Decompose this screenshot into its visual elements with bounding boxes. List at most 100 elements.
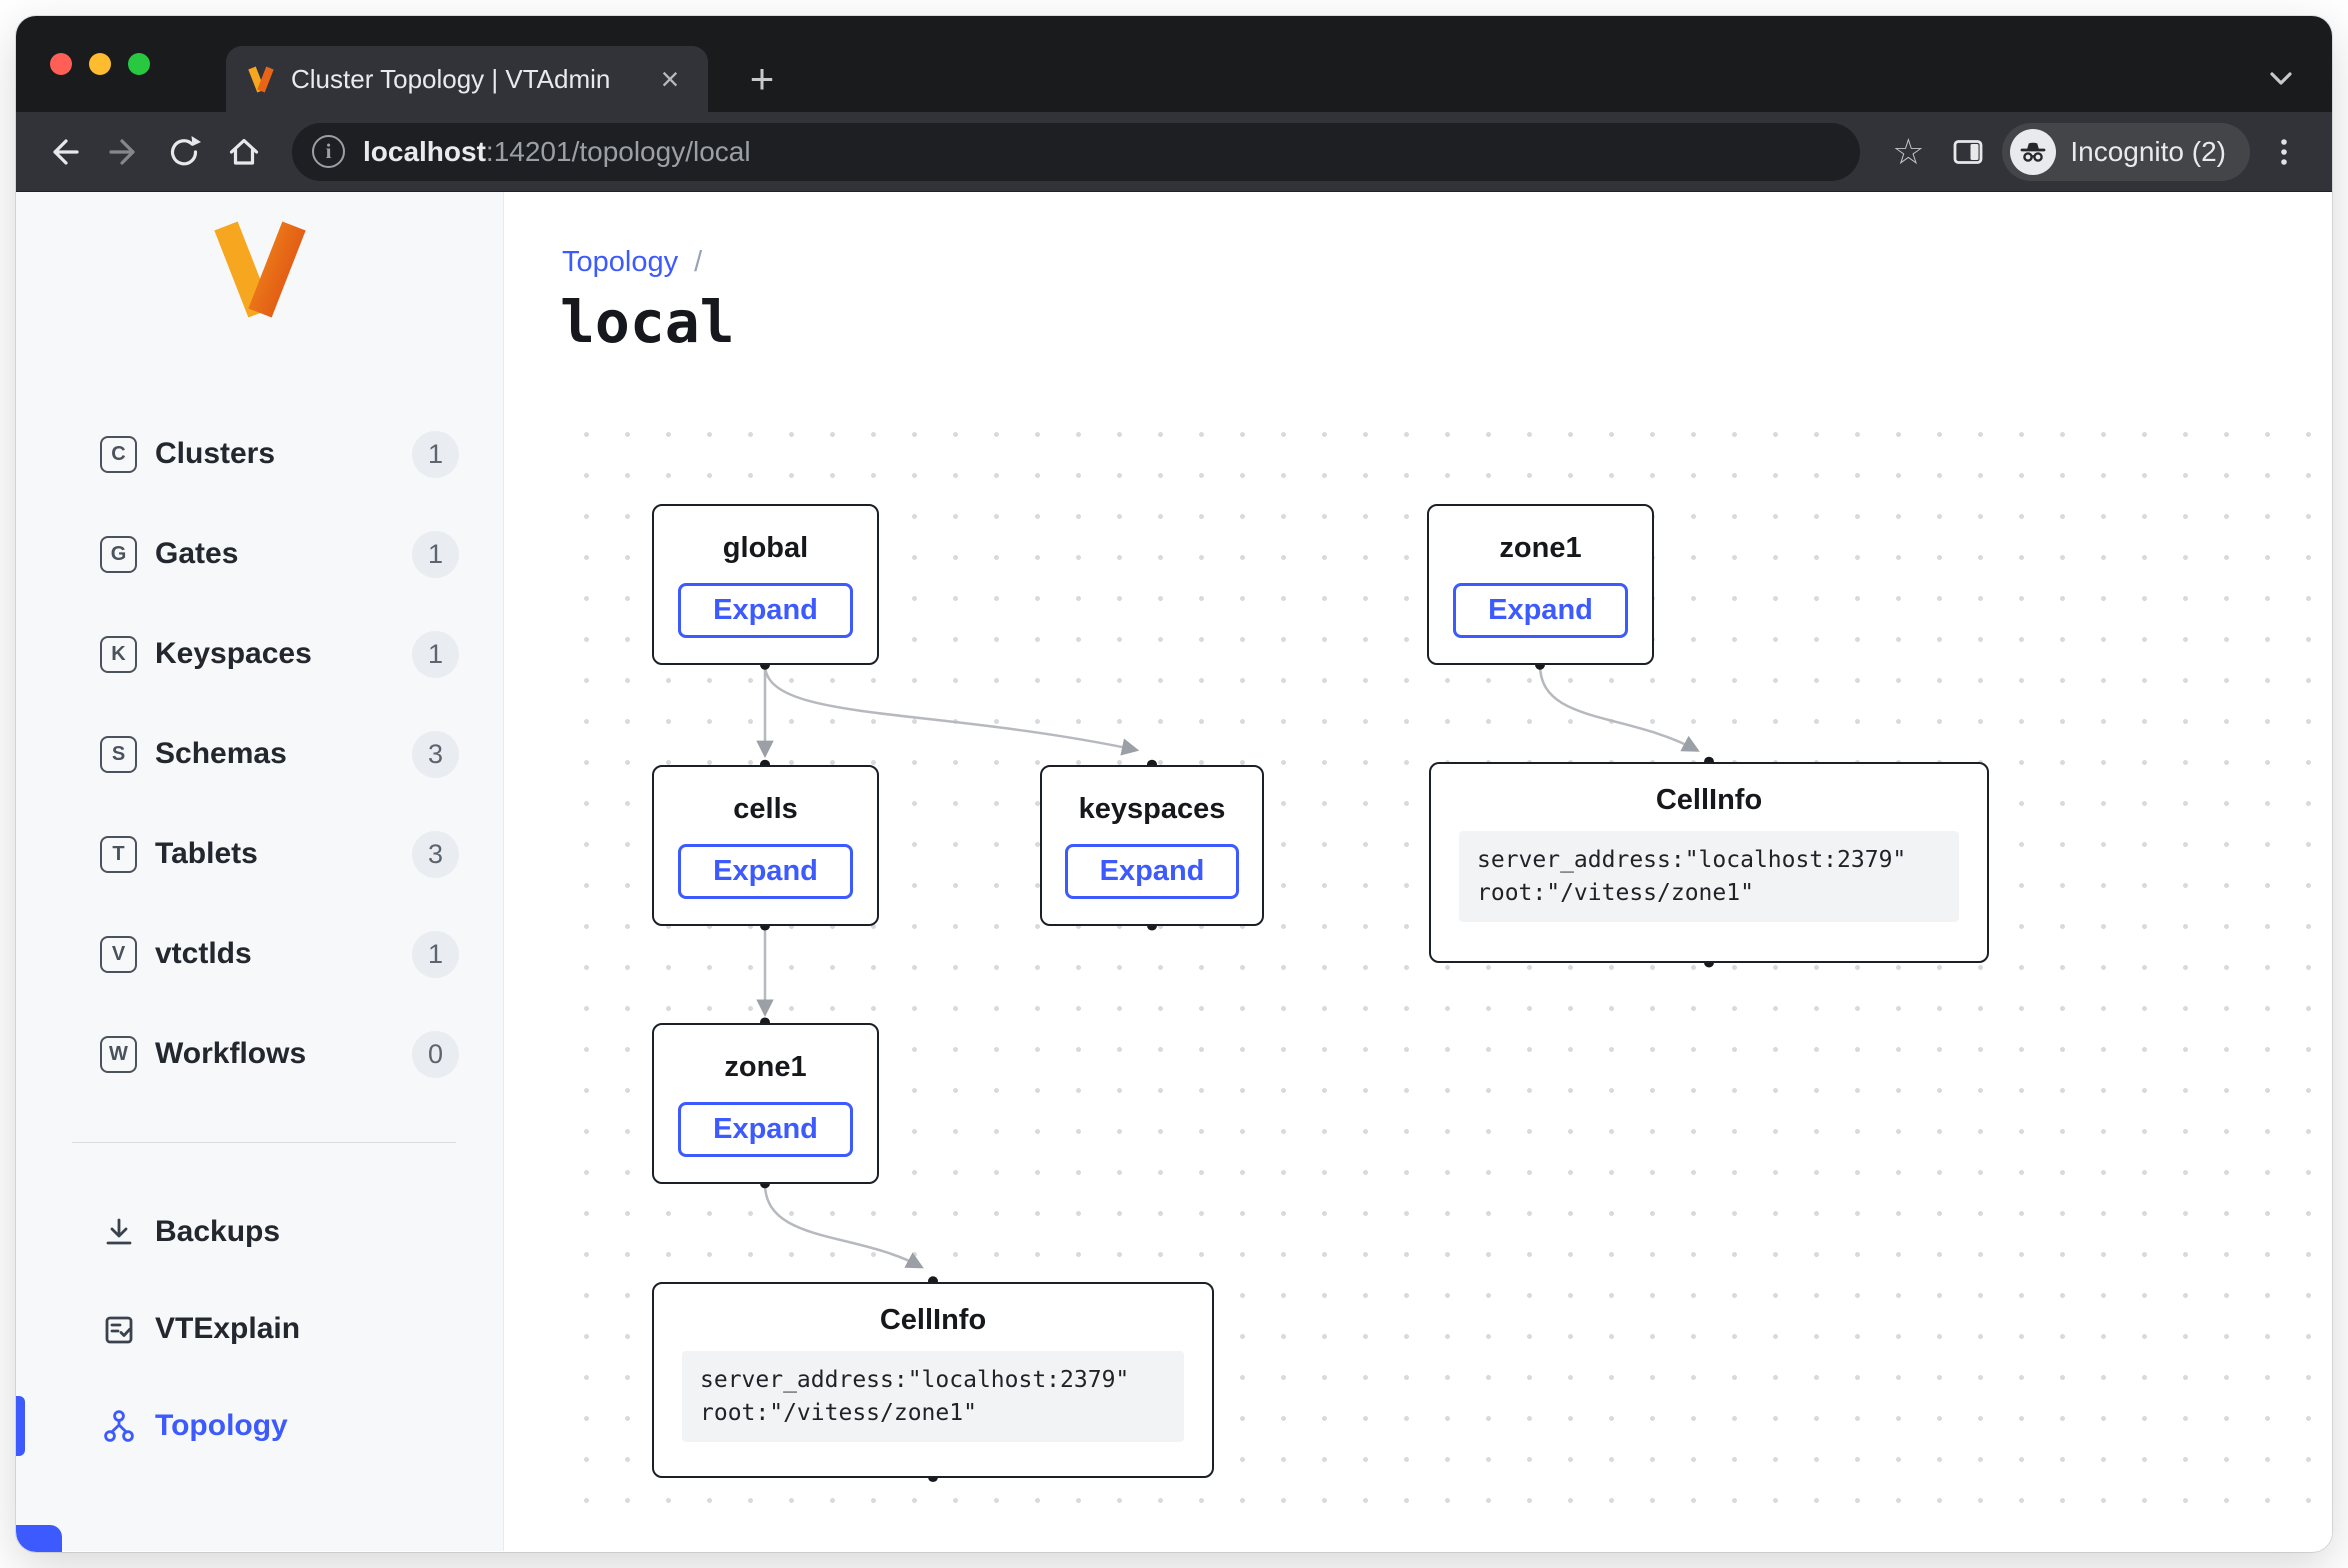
count-badge: 0: [412, 1031, 459, 1078]
browser-menu-icon[interactable]: [2258, 126, 2310, 178]
breadcrumb: Topology /: [562, 246, 702, 279]
cellinfo-code: server_address:"localhost:2379" root:"/v…: [682, 1351, 1184, 1442]
forward-button[interactable]: [98, 126, 150, 178]
expand-button-keyspaces[interactable]: Expand: [1065, 844, 1240, 899]
sidebar-item-tablets[interactable]: T Tablets 3: [16, 822, 503, 886]
secondary-nav: Backups VTExplain: [16, 1200, 503, 1491]
tab-search-chevron-icon[interactable]: [2260, 60, 2302, 98]
active-item-indicator: [16, 1396, 25, 1456]
browser-window: Cluster Topology | VTAdmin × + i localho…: [16, 16, 2332, 1552]
vitess-favicon: [246, 64, 276, 94]
sidebar-item-workflows[interactable]: W Workflows 0: [16, 1022, 503, 1086]
cellinfo-code: server_address:"localhost:2379" root:"/v…: [1459, 831, 1959, 922]
browser-toolbar: i localhost:14201/topology/local ☆ Incog…: [16, 112, 2332, 192]
gates-letter-icon: G: [100, 536, 137, 573]
sidebar-item-vtctlds[interactable]: V vtctlds 1: [16, 922, 503, 986]
traffic-lights: [50, 16, 150, 112]
node-zone1-top: zone1 Expand: [1427, 504, 1654, 665]
sidebar-item-clusters[interactable]: C Clusters 1: [16, 422, 503, 486]
code-line: root:"/vitess/zone1": [700, 1400, 977, 1426]
expand-button-zone1-top[interactable]: Expand: [1453, 583, 1628, 638]
sidebar-item-label: Clusters: [155, 437, 412, 471]
code-line: server_address:"localhost:2379": [1477, 847, 1906, 873]
expand-button-global[interactable]: Expand: [678, 583, 853, 638]
node-cellinfo-right: CellInfo server_address:"localhost:2379"…: [1429, 762, 1989, 963]
sidebar: C Clusters 1 G Gates 1 K Keyspaces 1 S S…: [16, 192, 504, 1551]
close-window-button[interactable]: [50, 53, 72, 75]
new-tab-button[interactable]: +: [738, 55, 786, 103]
browser-tab[interactable]: Cluster Topology | VTAdmin ×: [226, 46, 708, 112]
count-badge: 3: [412, 831, 459, 878]
clusters-letter-icon: C: [100, 436, 137, 473]
minimize-window-button[interactable]: [89, 53, 111, 75]
sidebar-item-label: Keyspaces: [155, 637, 412, 671]
reload-button[interactable]: [158, 126, 210, 178]
node-title: global: [723, 532, 808, 565]
sidebar-item-keyspaces[interactable]: K Keyspaces 1: [16, 622, 503, 686]
node-cells: cells Expand: [652, 765, 879, 926]
node-keyspaces: keyspaces Expand: [1040, 765, 1264, 926]
expand-button-cells[interactable]: Expand: [678, 844, 853, 899]
page-info-icon[interactable]: i: [312, 135, 345, 168]
workflows-letter-icon: W: [100, 1036, 137, 1073]
sidebar-divider: [72, 1142, 456, 1143]
breadcrumb-separator: /: [694, 246, 702, 279]
node-zone1-lower: zone1 Expand: [652, 1023, 879, 1184]
download-icon: [100, 1214, 137, 1251]
sidebar-item-label: Tablets: [155, 837, 412, 871]
edge-zone1-cellinfo: [1540, 665, 1696, 750]
sidebar-item-label: Workflows: [155, 1037, 412, 1071]
primary-nav: C Clusters 1 G Gates 1 K Keyspaces 1 S S…: [16, 422, 503, 1122]
back-button[interactable]: [38, 126, 90, 178]
expand-button-zone1-lower[interactable]: Expand: [678, 1102, 853, 1157]
sidebar-item-vtexplain[interactable]: VTExplain: [16, 1297, 503, 1361]
url-path: :14201/topology/local: [486, 136, 751, 167]
node-title: zone1: [724, 1051, 806, 1084]
edge-global-keyspaces: [765, 665, 1135, 750]
sidebar-item-backups[interactable]: Backups: [16, 1200, 503, 1264]
vitess-logo[interactable]: [16, 218, 503, 322]
profile-chip[interactable]: Incognito (2): [2002, 123, 2250, 181]
node-title: CellInfo: [880, 1304, 986, 1337]
url-host: localhost: [363, 136, 486, 167]
vtadmin-app: C Clusters 1 G Gates 1 K Keyspaces 1 S S…: [16, 192, 2332, 1551]
sidebar-item-label: Gates: [155, 537, 412, 571]
topology-canvas: global Expand zone1 Expand cells Expand …: [560, 412, 2312, 1539]
count-badge: 1: [412, 531, 459, 578]
count-badge: 3: [412, 731, 459, 778]
address-bar[interactable]: i localhost:14201/topology/local: [292, 123, 1860, 181]
bookmark-star-icon[interactable]: ☆: [1882, 126, 1934, 178]
breadcrumb-topology-link[interactable]: Topology: [562, 246, 678, 279]
node-cellinfo-bottom: CellInfo server_address:"localhost:2379"…: [652, 1282, 1214, 1478]
sidebar-item-label: vtctlds: [155, 937, 412, 971]
node-title: keyspaces: [1079, 793, 1226, 826]
zoom-window-button[interactable]: [128, 53, 150, 75]
keyspaces-letter-icon: K: [100, 636, 137, 673]
sidebar-item-topology[interactable]: Topology: [16, 1394, 503, 1458]
incognito-icon: [2010, 129, 2056, 175]
sidebar-item-label: VTExplain: [155, 1312, 503, 1346]
tablets-letter-icon: T: [100, 836, 137, 873]
document-check-icon: [100, 1311, 137, 1348]
count-badge: 1: [412, 431, 459, 478]
code-line: root:"/vitess/zone1": [1477, 880, 1754, 906]
count-badge: 1: [412, 931, 459, 978]
count-badge: 1: [412, 631, 459, 678]
main-content: Topology / local: [504, 192, 2332, 1551]
side-panel-icon[interactable]: [1942, 126, 1994, 178]
tab-close-icon[interactable]: ×: [650, 59, 690, 99]
code-line: server_address:"localhost:2379": [700, 1367, 1129, 1393]
incognito-label: Incognito (2): [2070, 136, 2226, 168]
sidebar-item-label: Topology: [155, 1409, 503, 1443]
home-button[interactable]: [218, 126, 270, 178]
sidebar-item-schemas[interactable]: S Schemas 3: [16, 722, 503, 786]
sidebar-item-gates[interactable]: G Gates 1: [16, 522, 503, 586]
topology-tree-icon: [100, 1408, 137, 1445]
edge-zone1-cellinfo-bottom: [765, 1183, 920, 1266]
schemas-letter-icon: S: [100, 736, 137, 773]
node-global: global Expand: [652, 504, 879, 665]
sidebar-item-label: Schemas: [155, 737, 412, 771]
url-text: localhost:14201/topology/local: [363, 136, 751, 168]
tab-title: Cluster Topology | VTAdmin: [291, 64, 635, 95]
page-title: local: [560, 288, 735, 356]
